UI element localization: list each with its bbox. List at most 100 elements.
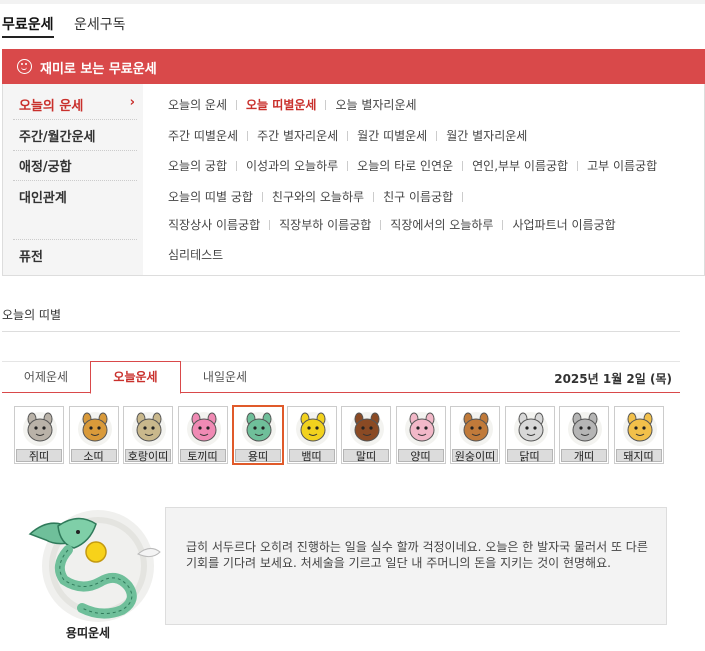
monkey-icon [459, 412, 493, 446]
zodiac-card[interactable]: 양띠 [395, 406, 446, 464]
left-menu-love-match[interactable]: 애정/궁합 [19, 156, 137, 175]
menu-panel: 오늘의 운세 › 주간/월간운세 애정/궁합 대인관계 퓨전 오늘의 운세 오늘 … [2, 84, 705, 276]
zodiac-card[interactable]: 원숭이띠 [450, 406, 500, 464]
left-menu-today[interactable]: 오늘의 운세 › [19, 95, 137, 114]
zodiac-card[interactable]: 소띠 [68, 406, 119, 464]
dog-icon [568, 412, 602, 446]
left-menu-weekly-monthly[interactable]: 주간/월간운세 [19, 126, 137, 145]
separator [347, 131, 349, 141]
separator [436, 131, 438, 141]
zodiac-card[interactable]: 개띠 [559, 406, 609, 464]
section-header: 재미로 보는 무료운세 [2, 49, 705, 84]
horse-icon [350, 412, 384, 446]
menu-row-love: 오늘의 궁합 이성과의 오늘하루 오늘의 타로 인연운 연인,부부 이름궁합 고부 이름… [168, 157, 657, 173]
link-subordinate-name-match[interactable]: 직장부하 이름궁합 [279, 218, 371, 232]
zodiac-label: 소띠 [70, 449, 117, 463]
zodiac-label: 뱀띠 [288, 449, 335, 463]
section-divider [2, 331, 680, 332]
left-menu-label: 오늘의 운세 [19, 99, 84, 114]
zodiac-label: 토끼띠 [179, 449, 226, 463]
menu-row-weekly: 주간 띠별운세 주간 별자리운세 월간 띠별운세 월간 별자리운세 [168, 127, 527, 143]
separator [380, 220, 382, 230]
link-friend-day[interactable]: 친구와의 오늘하루 [272, 190, 364, 204]
left-menu-fusion[interactable]: 퓨전 [19, 246, 137, 265]
link-work-day[interactable]: 직장에서의 오늘하루 [390, 218, 493, 232]
zodiac-card[interactable]: 말띠 [341, 406, 391, 464]
rooster-icon [513, 412, 548, 446]
tab-yesterday[interactable]: 어제운세 [2, 362, 90, 394]
link-tarot[interactable]: 오늘의 타로 인연운 [357, 159, 453, 173]
link-in-law-name-match[interactable]: 고부 이름궁합 [587, 159, 657, 173]
tiger-icon [132, 412, 166, 446]
link-psych-test[interactable]: 심리테스트 [168, 248, 223, 262]
snake-icon [295, 412, 330, 446]
current-date: 2025년 1월 2일 (목) [554, 372, 672, 386]
separator [247, 131, 249, 141]
link-today-fortune[interactable]: 오늘의 운세 [168, 98, 227, 112]
link-partner-name-match[interactable]: 사업파트너 이름궁합 [512, 218, 615, 232]
tab-tomorrow[interactable]: 내일운세 [181, 362, 269, 394]
link-monthly-horoscope[interactable]: 월간 별자리운세 [446, 129, 527, 143]
menu-row-fusion: 심리테스트 [168, 246, 223, 262]
tab-free-fortune[interactable]: 무료운세 [2, 14, 54, 38]
zodiac-label: 닭띠 [506, 449, 553, 463]
link-today-zodiac[interactable]: 오늘 띠별운세 [246, 98, 316, 112]
section-header-title: 재미로 보는 무료운세 [40, 62, 157, 77]
divider [13, 180, 137, 181]
zodiac-label: 말띠 [343, 449, 389, 463]
link-opposite-sex-day[interactable]: 이성과의 오늘하루 [246, 159, 338, 173]
separator [462, 161, 464, 171]
link-weekly-horoscope[interactable]: 주간 별자리운세 [257, 129, 338, 143]
zodiac-label: 돼지띠 [615, 449, 662, 463]
link-boss-name-match[interactable]: 직장상사 이름궁합 [168, 218, 260, 232]
divider [13, 239, 137, 240]
ox-icon [77, 412, 112, 446]
link-zodiac-match[interactable]: 오늘의 띠별 궁합 [168, 190, 253, 204]
zodiac-list: 쥐띠 소띠 호랑이띠 토끼띠 용띠 뱀띠 말띠 양띠 원숭이띠 닭띠 개띠 돼지띠 [14, 405, 694, 466]
rabbit-icon [186, 412, 221, 446]
separator [261, 192, 263, 202]
smile-icon [17, 59, 32, 74]
separator [577, 161, 579, 171]
link-monthly-zodiac[interactable]: 월간 띠별운세 [357, 129, 427, 143]
fortune-box: 급히 서두르다 오히려 진행하는 일을 실수 할까 걱정이네요. 오늘은 한 발… [165, 507, 667, 625]
section-title: 오늘의 띠별 [2, 308, 62, 322]
separator [462, 192, 464, 202]
zodiac-card[interactable]: 쥐띠 [14, 406, 64, 464]
zodiac-card[interactable]: 호랑이띠 [123, 406, 173, 464]
sheep-icon [404, 412, 439, 446]
zodiac-card[interactable]: 용띠 [232, 405, 284, 465]
separator [269, 220, 271, 230]
tab-fortune-subscription[interactable]: 운세구독 [74, 14, 126, 34]
zodiac-card[interactable]: 뱀띠 [286, 406, 337, 464]
separator [236, 161, 238, 171]
zodiac-card[interactable]: 돼지띠 [613, 406, 664, 464]
dragon-illustration [18, 496, 166, 626]
separator [236, 100, 238, 110]
top-divider [0, 0, 705, 4]
zodiac-label: 개띠 [561, 449, 607, 463]
left-menu: 오늘의 운세 › 주간/월간운세 애정/궁합 대인관계 퓨전 [3, 84, 143, 275]
separator [347, 161, 349, 171]
link-today-horoscope[interactable]: 오늘 별자리운세 [335, 98, 416, 112]
chevron-right-icon: › [129, 95, 135, 110]
day-tabs: 어제운세 오늘운세 내일운세 2025년 1월 2일 (목) [2, 361, 680, 394]
zodiac-label: 용띠 [235, 449, 281, 463]
zodiac-label: 양띠 [397, 449, 444, 463]
left-menu-relationships[interactable]: 대인관계 [19, 187, 137, 206]
link-today-match[interactable]: 오늘의 궁합 [168, 159, 227, 173]
menu-row-friends: 오늘의 띠별 궁합 친구와의 오늘하루 친구 이름궁합 [168, 188, 472, 204]
dragon-icon [242, 412, 276, 446]
link-friend-name-match[interactable]: 친구 이름궁합 [383, 190, 453, 204]
link-weekly-zodiac[interactable]: 주간 띠별운세 [168, 129, 238, 143]
zodiac-card[interactable]: 토끼띠 [177, 406, 228, 464]
separator [502, 220, 504, 230]
zodiac-card[interactable]: 닭띠 [504, 406, 555, 464]
zodiac-label: 원숭이띠 [452, 449, 498, 463]
separator [373, 192, 375, 202]
link-couple-name-match[interactable]: 연인,부부 이름궁합 [472, 159, 568, 173]
tab-today[interactable]: 오늘운세 [90, 361, 181, 394]
pig-icon [622, 412, 657, 446]
rat-icon [23, 412, 57, 446]
fortune-title: 용띠운세 [65, 626, 111, 640]
